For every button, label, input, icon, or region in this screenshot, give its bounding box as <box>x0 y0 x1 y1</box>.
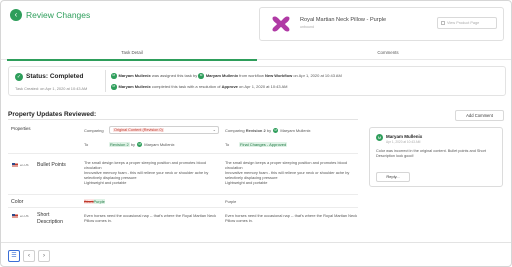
revision-name: Revision 2 <box>245 128 266 133</box>
to-label: To <box>225 142 230 147</box>
comment-body: Color was incorrect in the original cont… <box>376 149 486 158</box>
final-changes: Final Changes - Approved <box>239 142 288 147</box>
flag-us-icon <box>12 214 18 218</box>
locale-label: en-US <box>20 214 29 218</box>
to-revision-value: Revision 2 <box>109 142 130 147</box>
tab-task-detail[interactable]: Task Detail <box>1 46 263 60</box>
divider <box>8 119 358 120</box>
user-avatar: M <box>111 84 117 90</box>
properties-label: Properties <box>11 126 31 131</box>
field-name-bullet-points: Bullet Points <box>37 162 66 168</box>
product-subtitle: unbound <box>300 25 314 29</box>
status-title: Status: Completed <box>26 73 84 80</box>
by-label: by <box>266 128 272 133</box>
chevron-right-icon[interactable]: › <box>38 250 50 262</box>
section-title: Property Updates Reviewed: <box>8 111 97 118</box>
activity-completed: M Maryam Mullenix completed this task wit… <box>111 84 288 90</box>
field-name-short-description: Short Description <box>37 212 63 225</box>
header: ‹ Review Changes Royal Martian Neck Pill… <box>1 1 511 45</box>
activity-text: on Apr 1, 2020 at 10:43 AM <box>292 73 342 78</box>
comment-time: Apr 1, 2020 at 10:43 AM <box>386 140 421 144</box>
activity-assigned: M Maryam Mullenix was assigned this task … <box>111 73 342 79</box>
user-avatar: M <box>111 73 117 79</box>
activity-text: from workflow <box>238 73 265 78</box>
comparing-label: Comparing <box>84 128 104 133</box>
back-icon[interactable]: ‹ <box>10 9 22 21</box>
chevron-left-icon[interactable]: ‹ <box>23 250 35 262</box>
user-avatar: M <box>273 128 279 134</box>
flag-us-icon <box>12 163 18 167</box>
active-tab-indicator <box>7 59 257 61</box>
divider <box>8 194 358 195</box>
product-name: Royal Martian Neck Pillow - Purple <box>300 17 387 23</box>
comment-card: M Maryam Mullenix Apr 1, 2020 at 10:43 A… <box>369 127 503 187</box>
bullet-points-original: The small design keeps a proper sleeping… <box>84 160 209 185</box>
review-changes-panel: ‹ Review Changes Royal Martian Neck Pill… <box>0 0 512 267</box>
activity-text: completed this task with a resolution of <box>150 84 222 89</box>
divider <box>8 153 358 154</box>
task-created-text: Task Created: on Apr 1, 2020 at 10:43 AM <box>15 86 88 91</box>
locale-label: en-US <box>20 163 29 167</box>
activity-user: Maryam Mullenix <box>118 84 151 89</box>
page-title: Review Changes <box>26 10 91 20</box>
revision-user: Maryam Mullenix <box>144 142 175 147</box>
comment-author: Maryam Mullenix <box>386 134 423 139</box>
divider <box>8 207 358 208</box>
short-description-final: Even horses need the occasional nap -- t… <box>225 213 358 223</box>
color-original: BlackPurple <box>84 199 105 204</box>
view-product-page-label: View Product Page <box>447 21 480 25</box>
right-comparing: Comparing Revision 2 by M Maryam Mulleni… <box>225 128 311 134</box>
tab-bar: Task Detail Comments <box>1 46 511 61</box>
by-label: by <box>130 142 136 147</box>
user-avatar: M <box>376 134 383 141</box>
divider <box>105 70 106 92</box>
footer-bar: ☰ ‹ › <box>1 242 511 266</box>
added-value: Purple <box>93 199 105 204</box>
short-description-original: Even horses need the occasional nap -- t… <box>84 213 217 223</box>
activity-user: Maryam Mullenix <box>205 73 239 78</box>
compare-select-value: Original Content (Revision 0) <box>113 128 164 132</box>
tab-comments[interactable]: Comments <box>263 46 511 60</box>
revision-user: Maryam Mullenix <box>280 128 311 133</box>
activity-user: Maryam Mullenix <box>118 73 151 78</box>
product-thumbnail <box>272 16 290 32</box>
reply-button[interactable]: Reply... <box>376 172 410 182</box>
to-revision: Revision 2 by M Maryam Mullenix <box>109 142 175 148</box>
user-avatar: M <box>198 73 204 79</box>
list-icon[interactable]: ☰ <box>8 250 20 262</box>
comparing-label: Comparing <box>225 128 245 133</box>
color-final: Purple <box>225 199 237 204</box>
field-name-color: Color <box>11 199 24 205</box>
external-link-icon <box>441 21 445 25</box>
to-label: To <box>84 142 89 147</box>
resolution: Approve <box>221 84 238 89</box>
bullet-points-final: The small design keeps a proper sleeping… <box>225 160 350 185</box>
user-avatar: M <box>137 142 143 148</box>
activity-text: was assigned this task by <box>150 73 199 78</box>
product-card: Royal Martian Neck Pillow - Purple unbou… <box>259 7 504 41</box>
final-changes-value: Final Changes - Approved <box>239 142 288 147</box>
chevron-down-icon: ⌄ <box>212 127 216 132</box>
activity-text: on Apr 1, 2020 at 10:43 AM <box>237 84 288 89</box>
view-product-page-button[interactable]: View Product Page <box>437 17 497 29</box>
compare-select[interactable]: Original Content (Revision 0) ⌄ <box>109 126 219 134</box>
workflow-name: New Workflow <box>264 73 293 78</box>
removed-value: Black <box>84 199 94 204</box>
add-comment-button[interactable]: Add Comment <box>455 110 504 121</box>
check-circle-icon: ✓ <box>15 73 23 81</box>
status-card: ✓ Status: Completed Task Created: on Apr… <box>8 66 506 96</box>
